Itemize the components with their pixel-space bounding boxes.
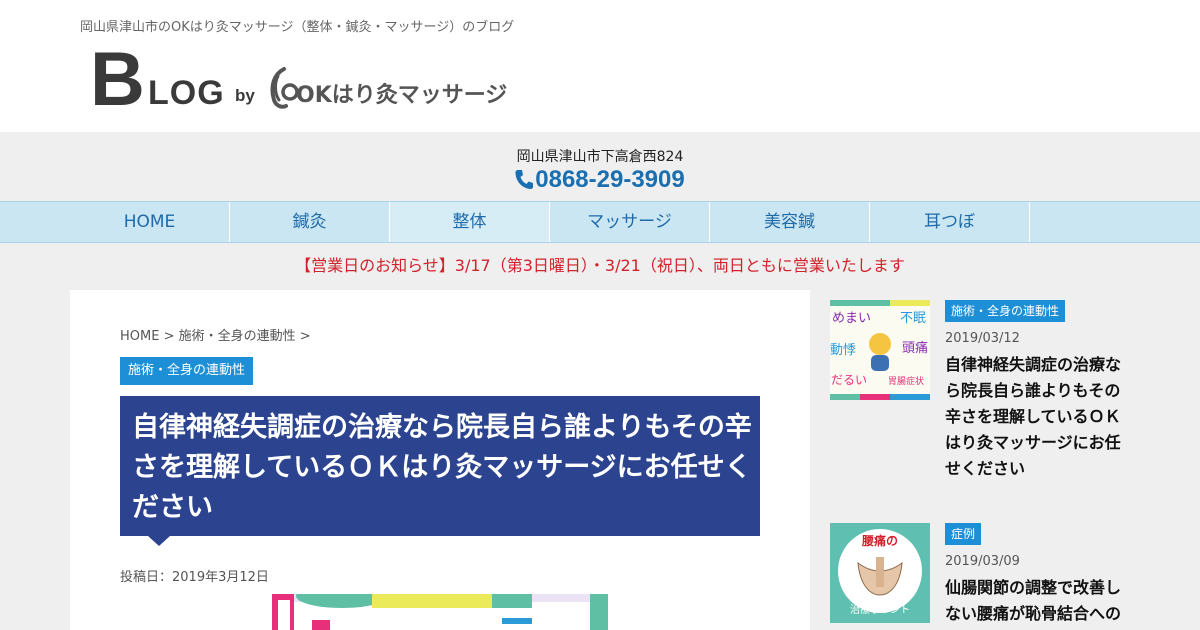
hand-logo-icon xyxy=(270,67,299,109)
site-tagline: 岡山県津山市のOKはり灸マッサージ（整体・鍼灸・マッサージ）のブログ xyxy=(80,20,515,35)
category-badge[interactable]: 施術・全身の連動性 xyxy=(120,357,254,385)
sidebar-post-1-thumbnail[interactable]: めまい 不眠 動悸 頭痛 だるい 胃腸症状 xyxy=(830,300,930,400)
thumb-word-darui: だるい xyxy=(831,373,867,387)
logo-brand-name: OKはり灸マッサージ xyxy=(296,83,508,108)
thumb-subtitle-point: 治療ポイント xyxy=(850,603,910,616)
nav-item-home[interactable]: HOME xyxy=(70,202,230,242)
main-nav: HOME 鍼灸 整体 マッサージ 美容鍼 耳つぼ xyxy=(0,201,1200,243)
logo-letters-log: LOG xyxy=(148,74,225,112)
business-notice[interactable]: 【営業日のお知らせ】3/17（第3日曜日）・3/21（祝日）、両日ともに営業いた… xyxy=(0,252,1200,276)
logo-by: by xyxy=(235,86,255,105)
post-date: 投稿日：2019年3月12日 xyxy=(120,570,269,585)
nav-item-ear-acupressure[interactable]: 耳つぼ xyxy=(870,202,1030,242)
nav-item-acupuncture[interactable]: 鍼灸 xyxy=(230,202,390,242)
article-title-box: 自律神経失調症の治療なら院長自ら誰よりもその辛さを理解しているＯＫはり灸マッサー… xyxy=(120,396,760,536)
nav-item-beauty-acupuncture[interactable]: 美容鍼 xyxy=(710,202,870,242)
phone-icon xyxy=(515,170,534,189)
phone-number-text: 0868-29-3909 xyxy=(535,166,685,193)
nav-item-massage[interactable]: マッサージ xyxy=(550,202,710,242)
article-featured-image xyxy=(272,594,608,630)
thumb-word-douki: 動悸 xyxy=(830,343,856,358)
thumb-title-yotsuu: 腰痛の xyxy=(861,533,898,548)
sidebar-post-2-title[interactable]: 仙腸関節の調整で改善しない腰痛が恥骨結合への xyxy=(945,575,1125,627)
site-header: 岡山県津山市のOKはり灸マッサージ（整体・鍼灸・マッサージ）のブログ B LOG… xyxy=(0,0,1200,132)
breadcrumb[interactable]: HOME > 施術・全身の連動性 > xyxy=(120,325,311,344)
title-pointer xyxy=(148,536,170,546)
nav-item-seitai[interactable]: 整体 xyxy=(390,202,550,242)
thumb-word-zutsuu: 頭痛 xyxy=(902,340,928,356)
sidebar-post-1-title[interactable]: 自律神経失調症の治療なら院長自ら誰よりもその辛さを理解しているＯＫはり灸マッサー… xyxy=(945,352,1125,482)
site-logo[interactable]: B LOG by OKはり灸マッサージ xyxy=(90,37,530,122)
sidebar-post-2-category[interactable]: 症例 xyxy=(945,523,982,545)
shop-address: 岡山県津山市下高倉西824 xyxy=(516,149,684,165)
sidebar-post-1-date: 2019/03/12 xyxy=(945,331,1020,346)
article-title: 自律神経失調症の治療なら院長自ら誰よりもその辛さを理解しているＯＫはり灸マッサー… xyxy=(132,412,752,523)
sidebar-post-2-thumbnail[interactable]: 腰痛の 治療ポイント xyxy=(830,523,930,623)
thumb-word-ichou: 胃腸症状 xyxy=(888,375,924,387)
thumb-word-memai: めまい xyxy=(832,311,871,326)
sidebar-post-2-date: 2019/03/09 xyxy=(945,554,1020,569)
logo-letter-b: B xyxy=(90,37,145,122)
sidebar-post-1-category[interactable]: 施術・全身の連動性 xyxy=(945,300,1066,322)
thumb-word-fumin: 不眠 xyxy=(900,311,926,326)
phone-number[interactable]: 0868-29-3909 xyxy=(0,166,1200,194)
